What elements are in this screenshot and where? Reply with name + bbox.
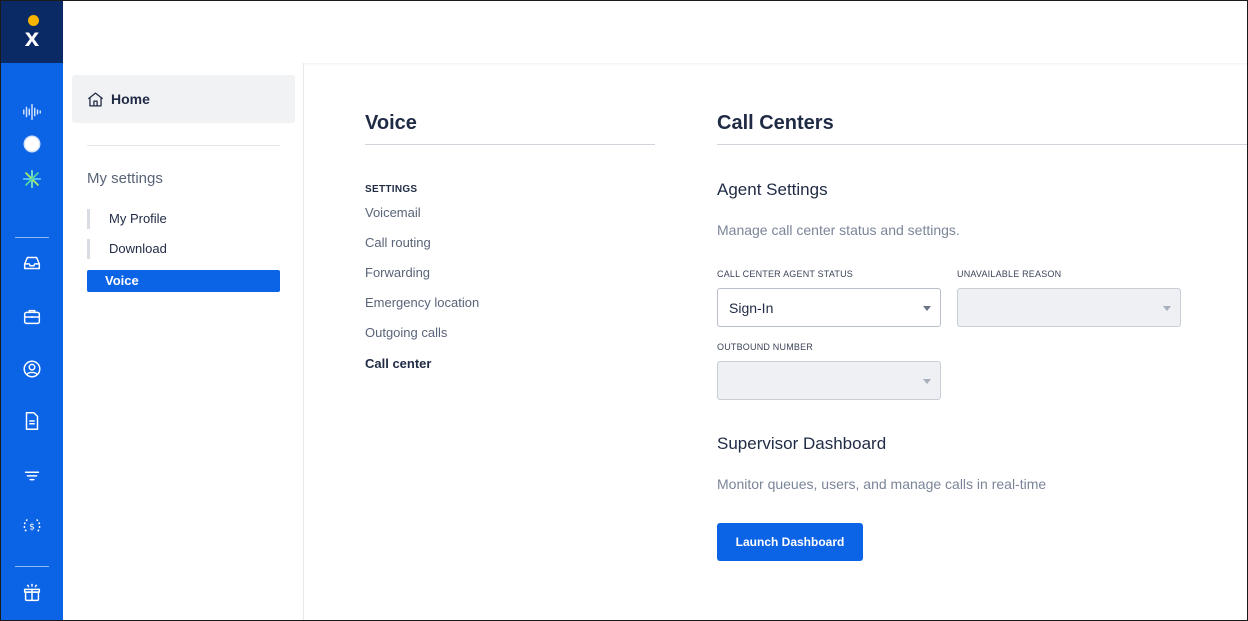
voice-link-voicemail[interactable]: Voicemail [365,205,421,220]
voice-wave-icon[interactable] [18,98,46,126]
agent-status-value: Sign-In [729,299,774,316]
chevron-down-icon [923,379,931,384]
outbound-number-label: OUTBOUND NUMBER [717,342,814,352]
voice-link-call-routing[interactable]: Call routing [365,235,431,250]
sidebar-item-label: Voice [105,273,139,288]
billing-icon[interactable]: $ [18,512,46,540]
supervisor-dashboard-description: Monitor queues, users, and manage calls … [717,476,1047,492]
sidebar-item-indicator [87,209,90,229]
agent-settings-title: Agent Settings [717,180,828,199]
sidebar-item-indicator [87,239,90,259]
agent-status-select[interactable]: Sign-In [717,288,941,327]
sidebar-item-label: Download [109,241,167,256]
call-centers-title: Call Centers [717,112,834,134]
settings-sidebar: Home My settings My Profile Download Voi… [63,63,304,620]
unavailable-reason-label: UNAVAILABLE REASON [957,269,1062,279]
voice-link-outgoing-calls[interactable]: Outgoing calls [365,325,447,340]
supervisor-dashboard-title: Supervisor Dashboard [717,434,887,453]
sidebar-item-voice[interactable]: Voice [87,270,280,292]
rail-divider [15,566,49,567]
home-link[interactable]: Home [72,75,295,123]
sparkle-icon[interactable] [18,165,46,193]
home-label: Home [111,91,150,107]
voice-title: Voice [365,112,417,134]
svg-text:$: $ [29,522,35,533]
gift-icon[interactable] [18,579,46,607]
app-window: x $ Home My settings My Profile Download… [0,0,1248,621]
document-icon[interactable] [18,407,46,435]
top-bar [63,1,1247,63]
agent-settings-description: Manage call center status and settings. [717,222,960,238]
voice-link-call-center[interactable]: Call center [365,356,431,371]
chevron-down-icon [1163,306,1171,311]
app-logo[interactable]: x [1,1,63,63]
inbox-icon[interactable] [18,249,46,277]
home-icon [87,92,104,106]
outbound-number-select[interactable] [717,361,941,400]
sidebar-item-label: My Profile [109,211,167,226]
user-circle-icon[interactable] [18,355,46,383]
sidebar-divider [87,145,280,146]
filter-icon[interactable] [18,461,46,489]
unavailable-reason-select[interactable] [957,288,1181,327]
sidebar-item-my-profile[interactable]: My Profile [87,209,280,229]
logo-letter: x [24,22,40,52]
voice-link-emergency-location[interactable]: Emergency location [365,295,479,310]
settings-section-label: SETTINGS [365,184,418,195]
briefcase-icon[interactable] [18,303,46,331]
agent-status-label: CALL CENTER AGENT STATUS [717,269,853,279]
voice-divider [365,144,655,145]
voice-link-forwarding[interactable]: Forwarding [365,265,430,280]
rail-divider [15,237,49,238]
call-centers-divider [717,144,1247,145]
launch-dashboard-button[interactable]: Launch Dashboard [717,523,863,561]
circle-icon[interactable] [18,130,46,158]
sidebar-heading: My settings [87,170,163,187]
chevron-down-icon [923,306,931,311]
sidebar-item-download[interactable]: Download [87,239,280,259]
app-rail: x $ [1,1,63,620]
